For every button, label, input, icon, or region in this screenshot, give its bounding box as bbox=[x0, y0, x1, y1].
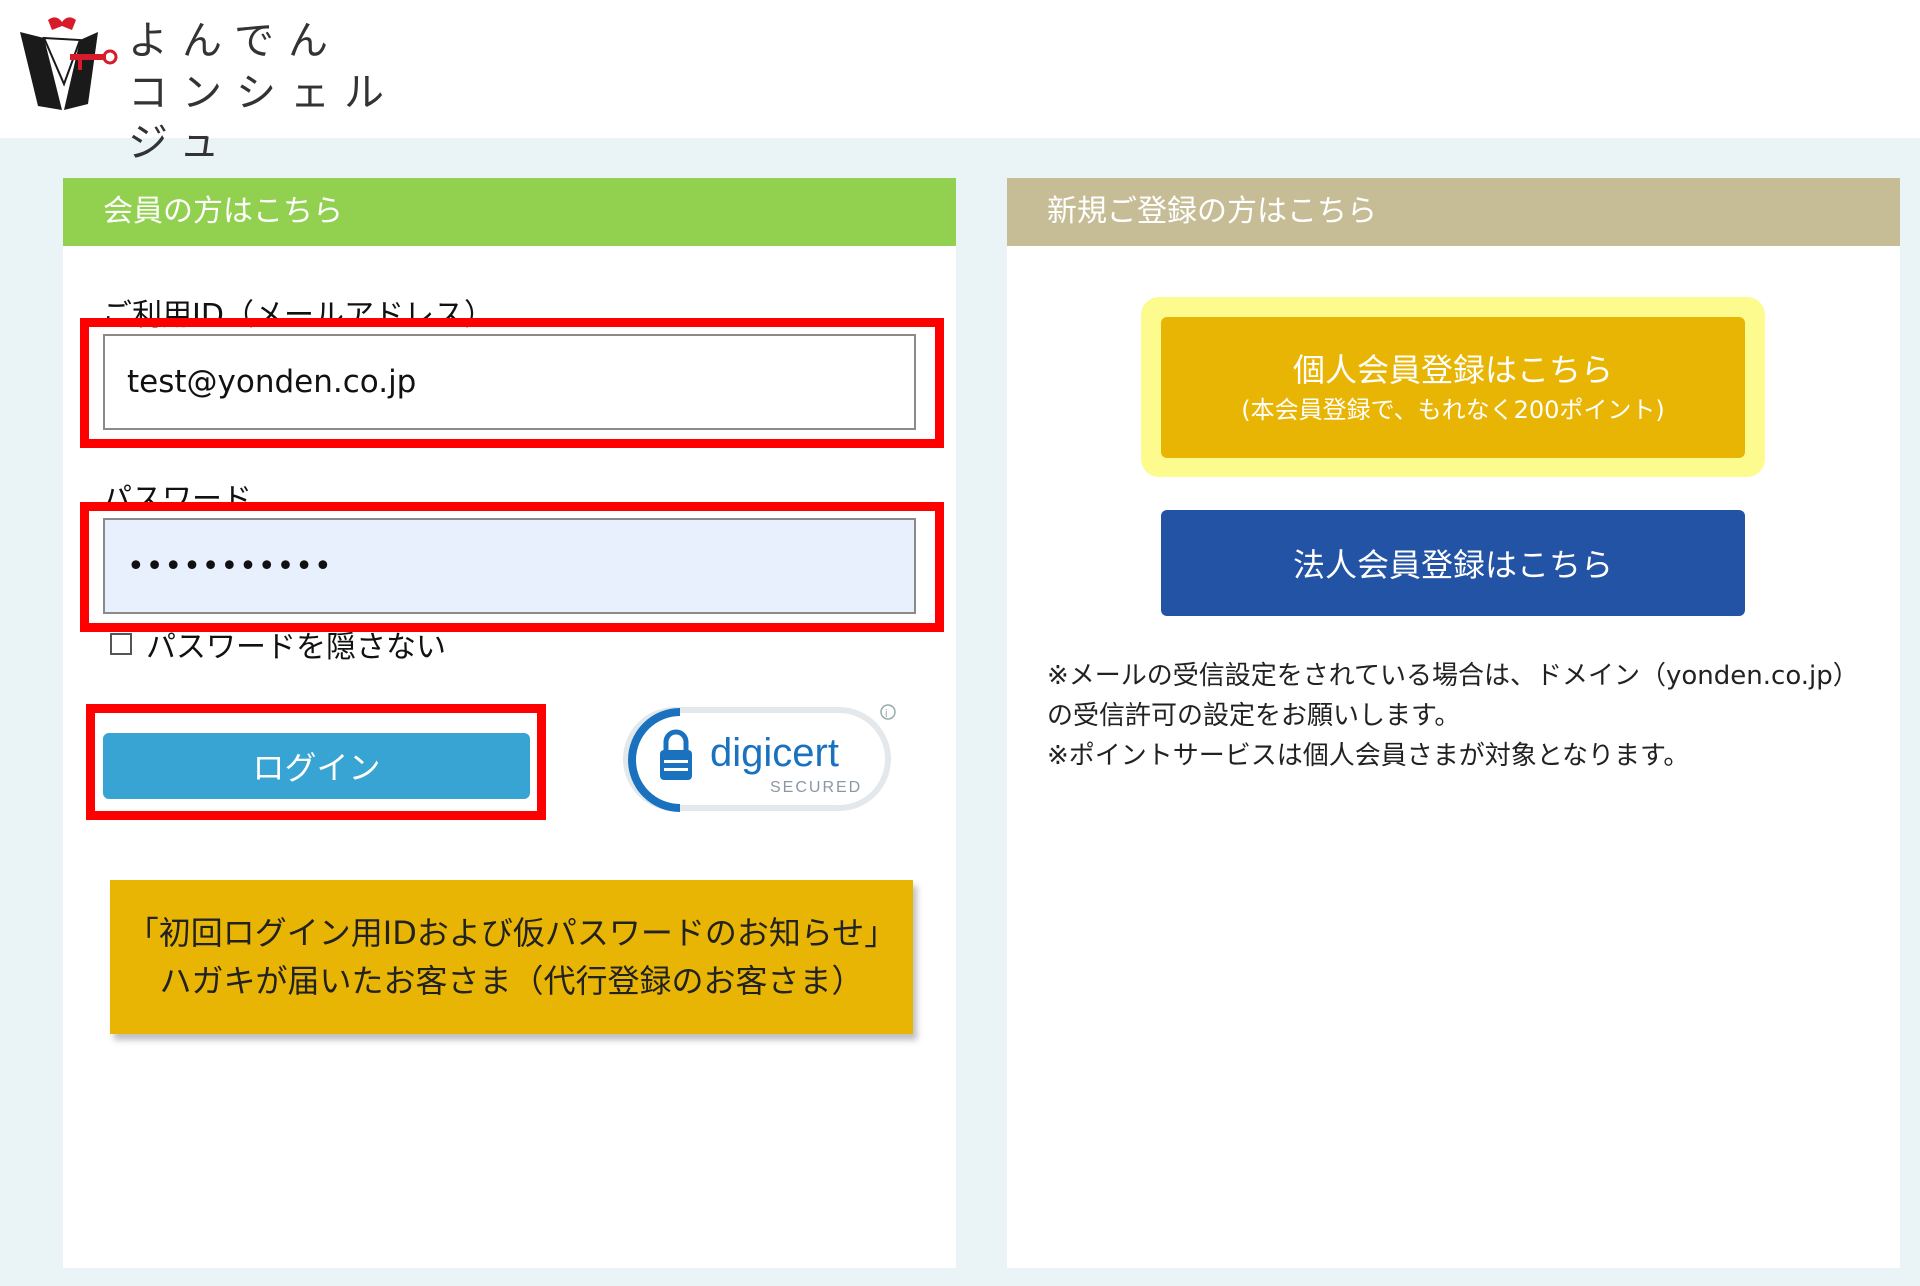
digicert-secured: SECURED bbox=[770, 779, 862, 796]
digicert-brand: digicert bbox=[710, 731, 839, 775]
show-password-row[interactable]: パスワードを隠さない bbox=[110, 622, 446, 666]
brand-line-2: コンシェルジュ bbox=[128, 70, 398, 166]
notice-line-1: 「初回ログイン用IDおよび仮パスワードのお知らせ」 bbox=[126, 914, 897, 952]
brand-line-1: よんでん bbox=[128, 18, 342, 64]
notice-line-2: ハガキが届いたお客さま（代行登録のお客さま） bbox=[159, 962, 864, 1000]
user-id-input[interactable]: test@yonden.co.jp bbox=[103, 334, 916, 430]
personal-register-label: 個人会員登録はこちら bbox=[1292, 350, 1613, 389]
show-password-label: パスワードを隠さない bbox=[146, 630, 446, 665]
note-line-2: の受信許可の設定をお願いします。 bbox=[1047, 701, 1461, 731]
show-password-checkbox[interactable] bbox=[110, 633, 132, 655]
registration-notes: ※メールの受信設定をされている場合は、ドメイン（yonden.co.jp） の受… bbox=[1047, 656, 1859, 776]
corporate-register-button[interactable]: 法人会員登録はこちら bbox=[1161, 510, 1745, 616]
site-logo[interactable]: よんでん コンシェルジュ bbox=[18, 14, 448, 166]
note-line-1: ※メールの受信設定をされている場合は、ドメイン（yonden.co.jp） bbox=[1047, 661, 1859, 691]
note-line-3: ※ポイントサービスは個人会員さまが対象となります。 bbox=[1047, 741, 1690, 771]
digicert-secured-icon[interactable]: digicert SECURED i bbox=[620, 700, 898, 818]
password-input[interactable]: ••••••••••• bbox=[103, 518, 916, 614]
first-login-notice-button[interactable]: 「初回ログイン用IDおよび仮パスワードのお知らせ」 ハガキが届いたお客さま（代行… bbox=[110, 880, 913, 1034]
digicert-info-icon: i bbox=[885, 708, 887, 720]
personal-register-sublabel: (本会員登録で、もれなく200ポイント) bbox=[1241, 395, 1665, 424]
member-panel-header: 会員の方はこちら bbox=[63, 178, 956, 246]
concierge-logo-icon bbox=[20, 17, 118, 110]
personal-register-button[interactable]: 個人会員登録はこちら (本会員登録で、もれなく200ポイント) bbox=[1161, 317, 1745, 458]
brand-name: よんでん コンシェルジュ bbox=[128, 16, 448, 168]
site-header: よんでん コンシェルジュ bbox=[0, 0, 1920, 166]
registration-panel-header: 新規ご登録の方はこちら bbox=[1007, 178, 1900, 246]
login-button[interactable]: ログイン bbox=[103, 733, 530, 799]
